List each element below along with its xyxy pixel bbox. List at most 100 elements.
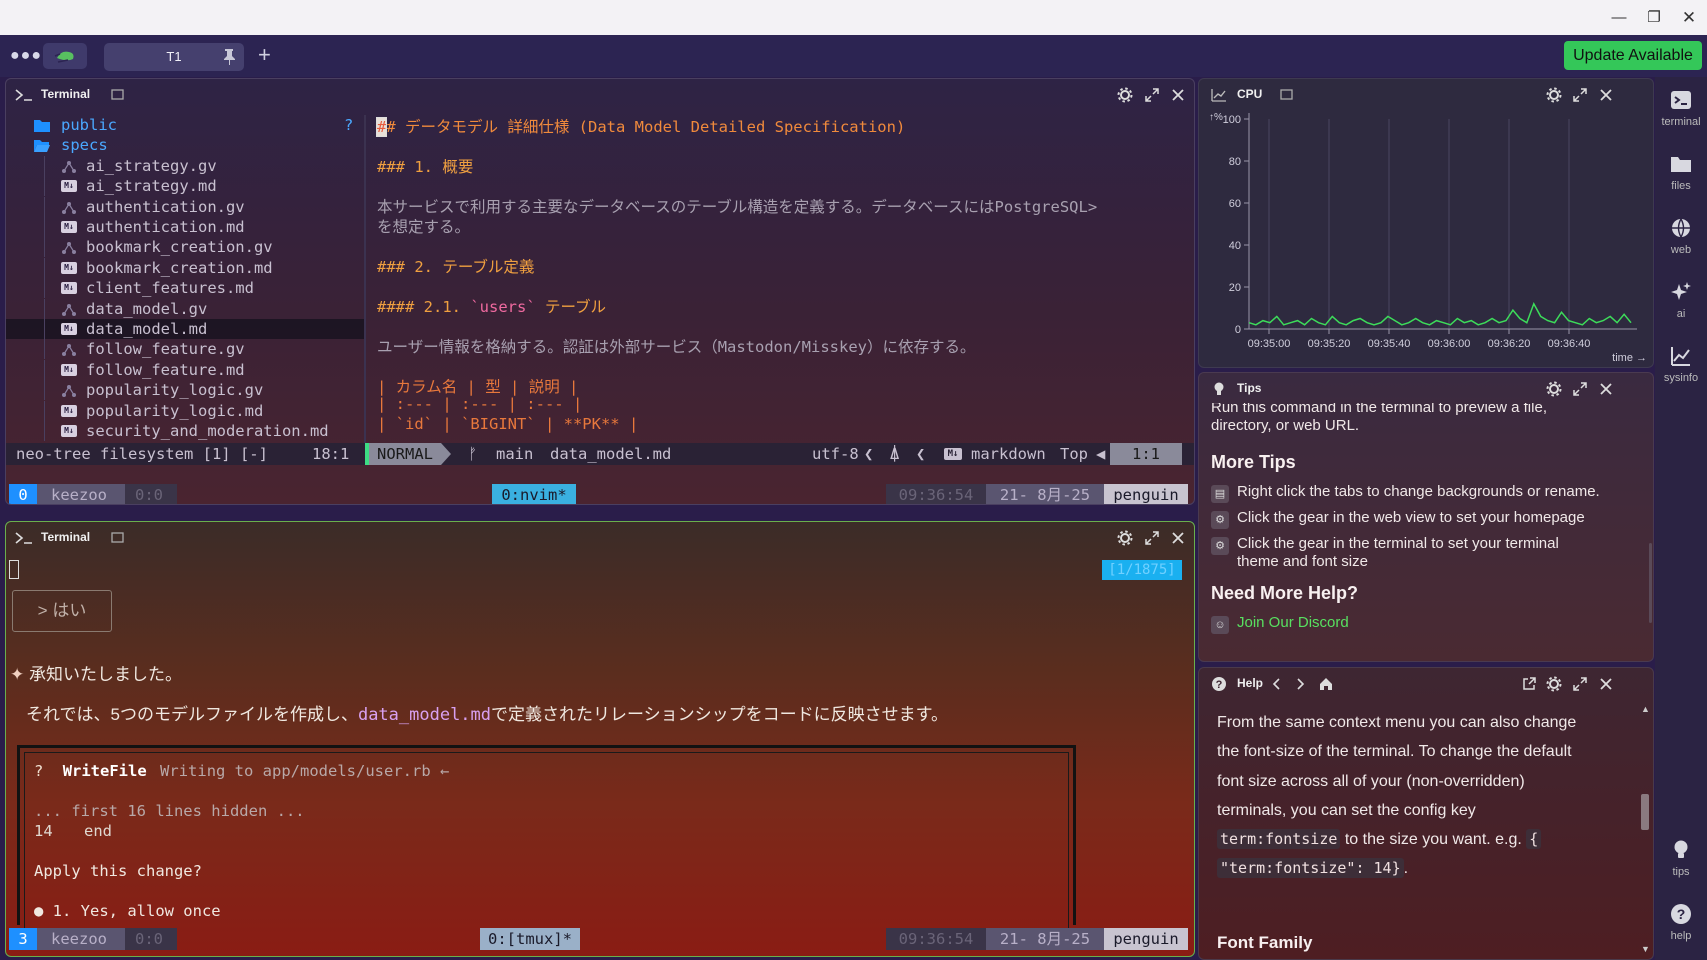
scroll-up-arrow[interactable]: ▲ [1641,704,1650,714]
tree-item-file[interactable]: bookmark_creation.gv [6,237,364,258]
sidebar-item-label: ai [1676,308,1686,320]
x-tick-label: 09:36:20 [1488,338,1531,350]
tree-item-file[interactable]: popularity_logic.gv [6,380,364,401]
maximize-icon[interactable] [1572,676,1588,692]
tree-item-label: popularity_logic.gv [86,381,264,400]
option-allow-once[interactable]: ● 1. Yes, allow once [34,902,221,920]
restore-button[interactable]: ❐ [1641,6,1667,30]
close-window-button[interactable]: ✕ [1676,6,1702,30]
tmux-window-active[interactable]: 0:nvim* [492,484,576,504]
magnify-icon[interactable] [110,87,126,103]
sidebar-item-ai[interactable]: ai [1655,281,1707,320]
git-branch-icon: ᚠ [468,445,478,463]
tree-indent-guide [44,155,45,176]
tmux-host: penguin [1104,484,1188,504]
settings-gear-icon[interactable] [1546,87,1562,103]
help-panel[interactable]: ? Help From the same context menu you ca… [1198,667,1654,960]
tree-item-folder-open[interactable]: specs [6,135,364,155]
tree-item-file[interactable]: M↓ security_and_moderation.md [6,421,364,441]
tool-confirm-box: ? WriteFile Writing to app/models/user.r… [17,745,1076,932]
sidebar-item-files[interactable]: files [1655,153,1707,192]
editor-line: ## データモデル 詳細仕様 (Data Model Detailed Spec… [375,115,906,137]
svg-text:?: ? [1677,906,1686,922]
heading-h3: ### 2. テーブル定義 [377,258,535,276]
home-icon[interactable] [1318,676,1334,692]
choice-selected[interactable]: > はい [12,590,112,632]
scroll-thumb[interactable] [1641,794,1649,830]
diff-line-code: end [84,822,113,840]
tree-item-file[interactable]: follow_feature.gv [6,339,364,360]
sidebar-item-tips[interactable]: tips [1655,839,1707,878]
neotree-status: neo-tree filesystem [1] [-] [16,445,268,463]
editor-buffer[interactable]: ## データモデル 詳細仕様 (Data Model Detailed Spec… [371,115,1191,445]
magnify-icon[interactable] [1279,87,1295,103]
tree-item-file[interactable]: M↓ data_model.md [6,319,364,339]
magnify-icon[interactable] [110,530,126,546]
pin-icon[interactable] [222,47,236,67]
markdown-icon: M↓ [61,424,77,438]
markdown-icon: M↓ [944,448,962,460]
tree-item-file[interactable]: M↓ authentication.md [6,217,364,237]
settings-gear-icon[interactable] [1117,530,1133,546]
table-separator: | :--- | :--- | :--- | [377,395,583,413]
tree-item-file[interactable]: M↓ follow_feature.md [6,359,364,380]
tree-item-file[interactable]: M↓ popularity_logic.md [6,400,364,421]
settings-gear-icon[interactable] [1546,676,1562,692]
tree-item-file[interactable]: data_model.gv [6,298,364,319]
external-link-icon[interactable] [1521,676,1537,692]
settings-gear-icon[interactable] [1546,381,1562,397]
diff-line: 14 end [34,822,112,840]
tree-item-file[interactable]: authentication.gv [6,196,364,217]
cpu-panel[interactable]: CPU 0 20 40 60 80 100 09:35:00 09:35:20 09:35:40… [1198,78,1654,368]
tree-item-file[interactable]: M↓ client_features.md [6,278,364,299]
close-icon[interactable] [1170,530,1186,546]
maximize-icon[interactable] [1144,530,1160,546]
tips-scroll-area[interactable]: Run this command in the terminal to prev… [1199,403,1653,661]
question-icon: ? [1671,904,1691,924]
heading-h2: # データモデル 詳細仕様 (Data Model Detailed Speci… [386,118,906,136]
neotree-position: 18:1 [312,445,350,463]
tips-panel[interactable]: Tips Run this command in the terminal to… [1198,372,1654,662]
tree-help-indicator: ? [344,116,354,134]
tab-t1[interactable]: T1 [104,43,244,71]
close-icon[interactable] [1598,676,1614,692]
cpu-chart: 0 20 40 60 80 100 09:35:00 09:35:20 09:35:40 09:3… [1209,112,1647,364]
graphviz-icon [61,159,77,173]
tree-item-file[interactable]: ai_strategy.gv [6,155,364,176]
back-icon[interactable] [1269,676,1285,692]
maximize-icon[interactable] [1572,87,1588,103]
terminal-panel-1[interactable]: Terminal public ? specs ai_strategy.gv M↓… [5,78,1195,505]
settings-gear-icon[interactable] [1117,87,1133,103]
sidebar-item-terminal[interactable]: terminal [1655,89,1707,128]
add-tab-button[interactable]: + [258,43,271,67]
help-text: "term:fontsize": 14}. [1217,854,1617,883]
forward-icon[interactable] [1292,676,1308,692]
workspace-button[interactable] [43,43,87,69]
tree-item-label: bookmark_creation.gv [86,238,273,257]
sidebar-item-help[interactable]: ? help [1655,903,1707,942]
maximize-icon[interactable] [1144,87,1160,103]
inline-code: `users` [470,298,536,316]
scrollbar[interactable] [1649,543,1652,623]
menu-dots-icon[interactable]: ●●● [10,47,42,65]
update-available-button[interactable]: Update Available [1564,41,1702,70]
sidebar-item-web[interactable]: web [1655,217,1707,256]
minimize-button[interactable]: — [1606,6,1632,30]
tree-item-folder[interactable]: public ? [6,115,364,135]
close-icon[interactable] [1598,381,1614,397]
close-icon[interactable] [1170,87,1186,103]
close-icon[interactable] [1598,87,1614,103]
discord-link[interactable]: Join Our Discord [1237,614,1349,631]
tree-item-file[interactable]: M↓ bookmark_creation.md [6,257,364,278]
scroll-down-arrow[interactable]: ▼ [1641,944,1650,954]
terminal-panel-2[interactable]: Terminal [1/1875] > はい ✦ 承知いたしました。 それでは、… [5,521,1195,957]
tool-question-mark: ? [34,762,44,780]
scrollbar[interactable]: ▲ ▼ [1639,704,1651,956]
sidebar-item-label: files [1671,180,1691,192]
sparkle-icon: ✦ [10,665,25,684]
tmux-window-active[interactable]: 0:[tmux]* [480,928,580,950]
discord-link-row[interactable]: ☺ Join Our Discord [1211,614,1349,634]
sidebar-item-sysinfo[interactable]: sysinfo [1655,345,1707,384]
maximize-icon[interactable] [1572,381,1588,397]
tree-item-file[interactable]: M↓ ai_strategy.md [6,176,364,197]
